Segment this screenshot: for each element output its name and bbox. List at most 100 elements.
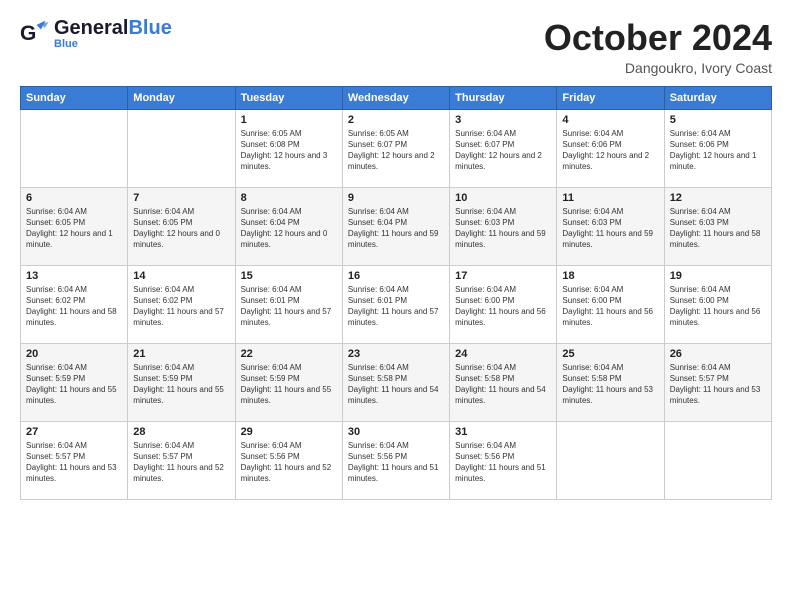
day-number: 8 (241, 192, 337, 204)
day-info: Sunrise: 6:04 AMSunset: 6:00 PMDaylight:… (562, 284, 658, 329)
day-info: Sunrise: 6:04 AMSunset: 6:00 PMDaylight:… (455, 284, 551, 329)
weekday-header-saturday: Saturday (664, 86, 771, 109)
calendar-cell: 22 Sunrise: 6:04 AMSunset: 5:59 PMDayligh… (235, 343, 342, 421)
calendar-cell: 18 Sunrise: 6:04 AMSunset: 6:00 PMDayligh… (557, 265, 664, 343)
logo-text: GeneralBlue (54, 18, 172, 38)
day-info: Sunrise: 6:04 AMSunset: 6:02 PMDaylight:… (26, 284, 122, 329)
calendar-week-2: 6 Sunrise: 6:04 AMSunset: 6:05 PMDaylight… (21, 187, 772, 265)
calendar-cell: 10 Sunrise: 6:04 AMSunset: 6:03 PMDayligh… (450, 187, 557, 265)
day-info: Sunrise: 6:04 AMSunset: 6:05 PMDaylight:… (133, 206, 229, 251)
day-number: 3 (455, 114, 551, 126)
calendar-cell: 23Sunrise: 6:04 AMSunset: 5:58 PMDayligh… (342, 343, 449, 421)
calendar-cell: 8 Sunrise: 6:04 AMSunset: 6:04 PMDaylight… (235, 187, 342, 265)
logo-sub: Blue (54, 38, 172, 50)
day-info: Sunrise: 6:04 AMSunset: 5:56 PMDaylight:… (348, 440, 444, 485)
weekday-header-tuesday: Tuesday (235, 86, 342, 109)
day-info: Sunrise: 6:04 AMSunset: 6:04 PMDaylight:… (241, 206, 337, 251)
calendar-cell: 3 Sunrise: 6:04 AMSunset: 6:07 PMDaylight… (450, 109, 557, 187)
day-number: 20 (26, 348, 122, 360)
logo: G GeneralBlue Blue (20, 18, 172, 50)
weekday-header-thursday: Thursday (450, 86, 557, 109)
day-info: Sunrise: 6:04 AMSunset: 6:02 PMDaylight:… (133, 284, 229, 329)
day-number: 24 (455, 348, 551, 360)
day-info: Sunrise: 6:04 AMSunset: 5:59 PMDaylight:… (26, 362, 122, 407)
day-number: 15 (241, 270, 337, 282)
calendar-week-1: 1 Sunrise: 6:05 AMSunset: 6:08 PMDaylight… (21, 109, 772, 187)
calendar-cell: 14 Sunrise: 6:04 AMSunset: 6:02 PMDayligh… (128, 265, 235, 343)
calendar-cell (557, 421, 664, 499)
calendar-cell: 16 Sunrise: 6:04 AMSunset: 6:01 PMDayligh… (342, 265, 449, 343)
month-title: October 2024 (544, 18, 772, 58)
calendar-week-5: 27 Sunrise: 6:04 AMSunset: 5:57 PMDayligh… (21, 421, 772, 499)
day-number: 10 (455, 192, 551, 204)
day-info: Sunrise: 6:04 AMSunset: 6:03 PMDaylight:… (670, 206, 766, 251)
weekday-header-row: SundayMondayTuesdayWednesdayThursdayFrid… (21, 86, 772, 109)
day-number: 21 (133, 348, 229, 360)
day-info: Sunrise: 6:04 AMSunset: 5:57 PMDaylight:… (670, 362, 766, 407)
weekday-header-monday: Monday (128, 86, 235, 109)
day-info: Sunrise: 6:04 AMSunset: 6:04 PMDaylight:… (348, 206, 444, 251)
day-info: Sunrise: 6:04 AMSunset: 6:00 PMDaylight:… (670, 284, 766, 329)
day-info: Sunrise: 6:04 AMSunset: 5:59 PMDaylight:… (133, 362, 229, 407)
day-number: 30 (348, 426, 444, 438)
day-info: Sunrise: 6:04 AMSunset: 5:59 PMDaylight:… (241, 362, 337, 407)
calendar-week-4: 20 Sunrise: 6:04 AMSunset: 5:59 PMDayligh… (21, 343, 772, 421)
calendar-cell: 28Sunrise: 6:04 AMSunset: 5:57 PMDayligh… (128, 421, 235, 499)
day-info: Sunrise: 6:04 AMSunset: 5:58 PMDaylight:… (348, 362, 444, 407)
calendar-cell: 19 Sunrise: 6:04 AMSunset: 6:00 PMDayligh… (664, 265, 771, 343)
day-number: 18 (562, 270, 658, 282)
day-info: Sunrise: 6:04 AMSunset: 6:03 PMDaylight:… (455, 206, 551, 251)
logo-icon: G (20, 19, 50, 49)
day-number: 17 (455, 270, 551, 282)
day-info: Sunrise: 6:04 AMSunset: 5:57 PMDaylight:… (26, 440, 122, 485)
weekday-header-wednesday: Wednesday (342, 86, 449, 109)
calendar-cell: 17 Sunrise: 6:04 AMSunset: 6:00 PMDayligh… (450, 265, 557, 343)
calendar-cell: 9 Sunrise: 6:04 AMSunset: 6:04 PMDaylight… (342, 187, 449, 265)
day-number: 5 (670, 114, 766, 126)
day-number: 22 (241, 348, 337, 360)
title-block: October 2024 Dangoukro, Ivory Coast (544, 18, 772, 76)
day-info: Sunrise: 6:05 AMSunset: 6:08 PMDaylight:… (241, 128, 337, 173)
day-info: Sunrise: 6:04 AMSunset: 6:06 PMDaylight:… (562, 128, 658, 173)
day-info: Sunrise: 6:04 AMSunset: 6:01 PMDaylight:… (348, 284, 444, 329)
day-info: Sunrise: 6:04 AMSunset: 5:58 PMDaylight:… (562, 362, 658, 407)
day-number: 9 (348, 192, 444, 204)
calendar-cell: 29Sunrise: 6:04 AMSunset: 5:56 PMDayligh… (235, 421, 342, 499)
day-info: Sunrise: 6:04 AMSunset: 5:56 PMDaylight:… (455, 440, 551, 485)
day-number: 2 (348, 114, 444, 126)
calendar-cell (664, 421, 771, 499)
day-number: 27 (26, 426, 122, 438)
calendar-cell (128, 109, 235, 187)
calendar-page: G GeneralBlue Blue October 2024 Dangoukr… (0, 0, 792, 612)
calendar-cell: 15Sunrise: 6:04 AMSunset: 6:01 PMDayligh… (235, 265, 342, 343)
header: G GeneralBlue Blue October 2024 Dangoukr… (20, 18, 772, 76)
calendar-cell: 30 Sunrise: 6:04 AMSunset: 5:56 PMDayligh… (342, 421, 449, 499)
day-number: 16 (348, 270, 444, 282)
weekday-header-sunday: Sunday (21, 86, 128, 109)
calendar-cell: 20 Sunrise: 6:04 AMSunset: 5:59 PMDayligh… (21, 343, 128, 421)
day-number: 19 (670, 270, 766, 282)
weekday-header-friday: Friday (557, 86, 664, 109)
calendar-cell (21, 109, 128, 187)
day-number: 12 (670, 192, 766, 204)
day-number: 31 (455, 426, 551, 438)
calendar-cell: 4 Sunrise: 6:04 AMSunset: 6:06 PMDaylight… (557, 109, 664, 187)
day-number: 29 (241, 426, 337, 438)
calendar-cell: 13 Sunrise: 6:04 AMSunset: 6:02 PMDayligh… (21, 265, 128, 343)
day-number: 11 (562, 192, 658, 204)
day-number: 4 (562, 114, 658, 126)
day-number: 14 (133, 270, 229, 282)
day-info: Sunrise: 6:05 AMSunset: 6:07 PMDaylight:… (348, 128, 444, 173)
calendar-cell: 31 Sunrise: 6:04 AMSunset: 5:56 PMDayligh… (450, 421, 557, 499)
day-number: 1 (241, 114, 337, 126)
calendar-cell: 6Sunrise: 6:04 AMSunset: 6:05 PMDaylight… (21, 187, 128, 265)
calendar-cell: 26Sunrise: 6:04 AMSunset: 5:57 PMDayligh… (664, 343, 771, 421)
day-info: Sunrise: 6:04 AMSunset: 5:58 PMDaylight:… (455, 362, 551, 407)
calendar-cell: 27 Sunrise: 6:04 AMSunset: 5:57 PMDayligh… (21, 421, 128, 499)
day-number: 25 (562, 348, 658, 360)
day-number: 6 (26, 192, 122, 204)
location-subtitle: Dangoukro, Ivory Coast (544, 60, 772, 76)
day-info: Sunrise: 6:04 AMSunset: 6:07 PMDaylight:… (455, 128, 551, 173)
day-number: 13 (26, 270, 122, 282)
day-number: 7 (133, 192, 229, 204)
